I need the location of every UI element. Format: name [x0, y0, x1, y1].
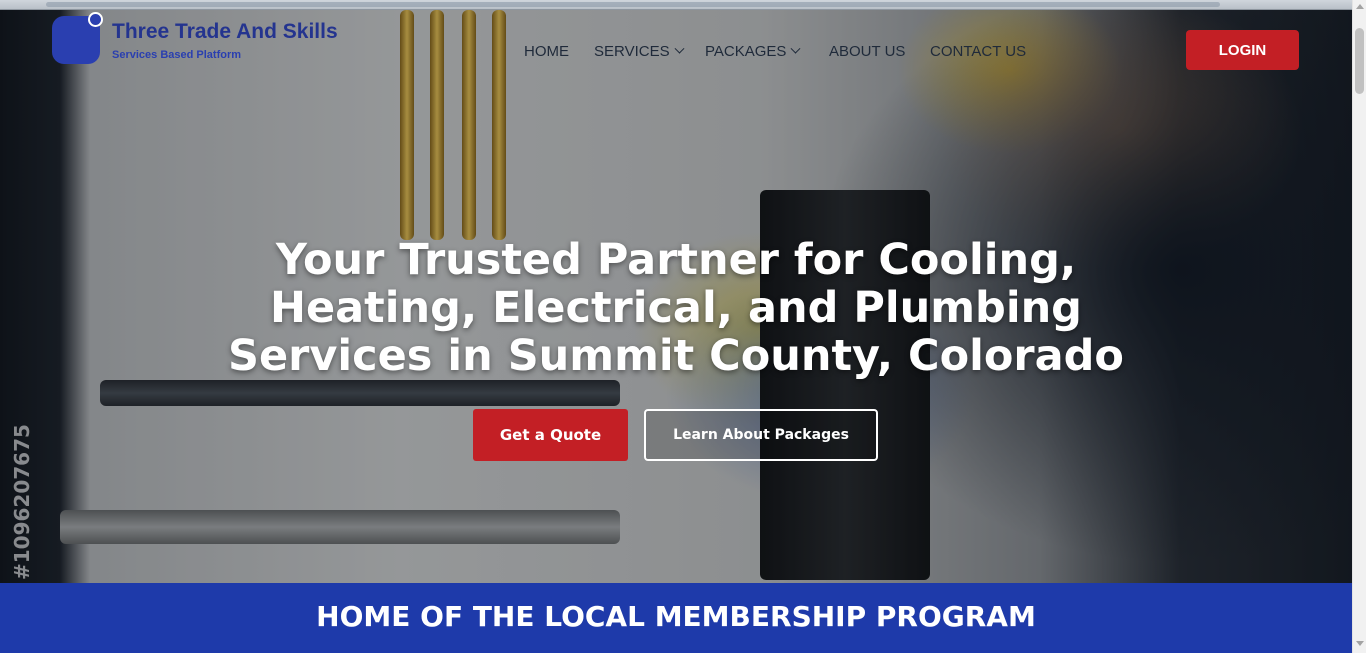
nav-about[interactable]: ABOUT US: [829, 40, 905, 62]
learn-packages-button[interactable]: Learn About Packages: [644, 409, 878, 461]
nav-contact-label: CONTACT US: [930, 42, 1027, 60]
nav-packages-label: PACKAGES: [705, 42, 787, 60]
nav-home-label: HOME: [524, 42, 569, 60]
brand-name[interactable]: Three Trade And Skills: [112, 20, 372, 44]
page-scrollbar[interactable]: [1352, 0, 1366, 653]
brand-tagline: Services Based Platform: [112, 49, 242, 61]
nav-services-label: SERVICES: [594, 42, 670, 60]
nav-packages[interactable]: PACKAGES: [705, 40, 801, 62]
membership-title: HOME OF THE LOCAL MEMBERSHIP PROGRAM: [316, 600, 1036, 633]
scroll-up-arrow-icon[interactable]: [1356, 4, 1364, 9]
nav-about-label: ABOUT US: [829, 42, 906, 60]
chevron-down-icon: [790, 43, 801, 54]
get-quote-button[interactable]: Get a Quote: [473, 409, 628, 461]
nav-services[interactable]: SERVICES: [594, 40, 685, 62]
stock-watermark: #1096207675: [10, 424, 34, 580]
login-button[interactable]: LOGIN: [1186, 30, 1299, 70]
browser-top-strip: [0, 0, 1352, 10]
logo-dot-icon: [88, 12, 103, 27]
hero-title: Your Trusted Partner for Cooling, Heatin…: [228, 235, 1124, 381]
nav-home[interactable]: HOME: [524, 40, 569, 62]
browser-tab-strip: [46, 2, 1220, 7]
nav-contact[interactable]: CONTACT US: [930, 40, 1026, 62]
chevron-down-icon: [674, 43, 685, 54]
scrollbar-thumb[interactable]: [1355, 28, 1364, 94]
scroll-down-arrow-icon[interactable]: [1356, 641, 1364, 646]
